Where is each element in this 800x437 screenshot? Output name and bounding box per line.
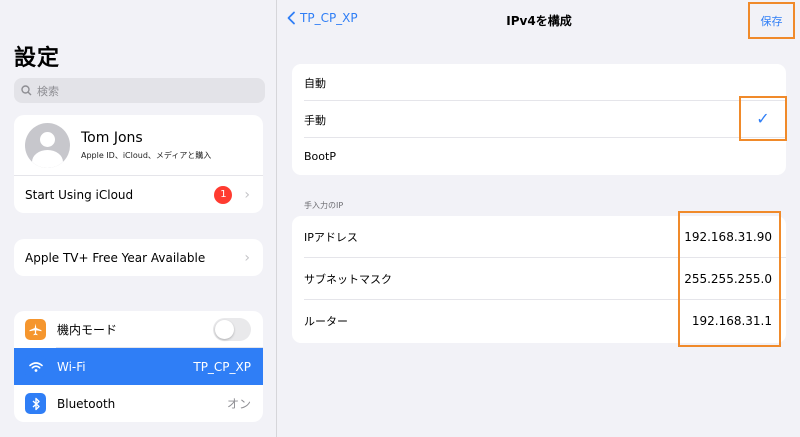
sidebar-item-airplane-mode[interactable]: 機内モード: [14, 311, 263, 348]
profile-card: Tom Jons Apple ID、iCloud、メディアと購入 Start U…: [14, 115, 263, 213]
page-title: 設定: [14, 46, 61, 71]
sidebar-item-label: Wi-Fi: [57, 359, 86, 374]
icloud-row[interactable]: Start Using iCloud 1 ›: [14, 176, 263, 213]
settings-list: 機内モード Wi-Fi TP_CP_XP Bluetooth オン: [14, 311, 263, 422]
method-label: BootP: [304, 150, 336, 163]
field-label: サブネットマスク: [304, 273, 392, 286]
manual-ip-list: IPアドレス 192.168.31.90 サブネットマスク 255.255.25…: [292, 216, 786, 343]
nav-title: IPv4を構成: [506, 14, 572, 28]
notification-badge: 1: [214, 185, 233, 204]
icloud-label: Start Using iCloud: [25, 187, 134, 202]
method-option-bootp[interactable]: BootP: [292, 138, 786, 175]
subnet-mask-value[interactable]: 255.255.255.0: [684, 272, 772, 286]
save-button[interactable]: 保存: [748, 2, 795, 39]
search-icon: [21, 85, 32, 96]
field-label: IPアドレス: [304, 231, 358, 244]
sidebar-item-label: 機内モード: [57, 323, 118, 337]
method-label: 自動: [304, 76, 326, 90]
sidebar: 設定 検索 Tom Jons Apple ID、iCloud、メディアと購入 S…: [0, 0, 277, 437]
ip-address-value[interactable]: 192.168.31.90: [684, 230, 772, 244]
bluetooth-icon: [25, 393, 46, 414]
search-input[interactable]: 検索: [14, 78, 265, 103]
method-option-automatic[interactable]: 自動: [292, 64, 786, 101]
bluetooth-status-value: オン: [226, 397, 251, 411]
airplane-mode-toggle[interactable]: [213, 318, 251, 341]
subnet-mask-field[interactable]: サブネットマスク 255.255.255.0: [292, 258, 786, 300]
profile-row[interactable]: Tom Jons Apple ID、iCloud、メディアと購入: [14, 115, 263, 176]
appletv-offer-row[interactable]: Apple TV+ Free Year Available ›: [14, 239, 263, 276]
configure-method-list: 自動 手動 BootP: [292, 64, 786, 175]
ip-address-field[interactable]: IPアドレス 192.168.31.90: [292, 216, 786, 258]
airplane-icon: [25, 319, 46, 340]
wifi-icon: [25, 356, 46, 377]
chevron-right-icon: ›: [244, 186, 250, 203]
router-field[interactable]: ルーター 192.168.31.1: [292, 300, 786, 342]
method-option-manual[interactable]: 手動: [292, 101, 786, 138]
chevron-right-icon: ›: [244, 249, 250, 266]
appletv-label: Apple TV+ Free Year Available: [25, 250, 206, 265]
profile-name: Tom Jons: [81, 129, 143, 146]
sidebar-item-bluetooth[interactable]: Bluetooth オン: [14, 385, 263, 422]
checkmark-icon: ✓: [739, 96, 787, 141]
sidebar-item-wifi[interactable]: Wi-Fi TP_CP_XP: [14, 348, 263, 385]
method-label: 手動: [304, 113, 326, 127]
navigation-bar: TP_CP_XP IPv4を構成 保存: [278, 0, 800, 40]
avatar: [25, 122, 70, 168]
sidebar-item-label: Bluetooth: [57, 396, 116, 411]
field-label: ルーター: [304, 315, 348, 328]
section-header: 手入力のIP: [304, 201, 344, 210]
wifi-network-value: TP_CP_XP: [193, 359, 251, 374]
router-value[interactable]: 192.168.31.1: [692, 314, 772, 328]
profile-subtitle: Apple ID、iCloud、メディアと購入: [81, 150, 212, 160]
search-placeholder: 検索: [37, 84, 59, 98]
